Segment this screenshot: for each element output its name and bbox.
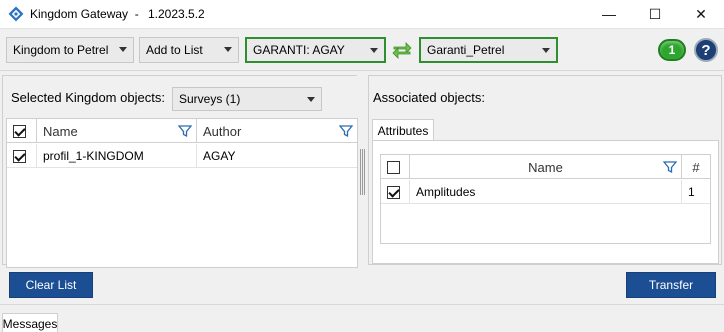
filter-icon[interactable] xyxy=(178,124,192,138)
chevron-down-icon xyxy=(542,48,550,53)
associated-objects-label: Associated objects: xyxy=(373,90,486,105)
column-header-count-label: # xyxy=(692,159,700,175)
column-header-name[interactable]: Name xyxy=(37,119,197,143)
transfer-direction-value: Kingdom to Petrel xyxy=(13,43,109,57)
swap-arrows-icon[interactable] xyxy=(391,39,413,61)
grid-header: Name # xyxy=(381,155,710,179)
row-name: profil_1-KINGDOM xyxy=(43,149,144,163)
chevron-down-icon xyxy=(119,47,127,52)
title-bar: Kingdom Gateway - 1.2023.5.2 — ☐ ✕ xyxy=(0,0,724,28)
source-project-dropdown[interactable]: GARANTI: AGAY xyxy=(245,37,386,63)
attributes-grid: Name # Amplitudes 1 xyxy=(380,154,711,244)
chevron-down-icon xyxy=(224,47,232,52)
app-version: 1.2023.5.2 xyxy=(148,7,205,21)
row-author-cell: AGAY xyxy=(197,144,357,168)
transfer-button[interactable]: Transfer xyxy=(626,272,716,298)
help-icon[interactable]: ? xyxy=(694,38,718,62)
row-name-cell: Amplitudes xyxy=(410,180,682,204)
selected-objects-panel: Selected Kingdom objects: Surveys (1) Na… xyxy=(2,75,358,268)
select-all-checkbox[interactable] xyxy=(387,160,400,174)
object-type-value: Surveys (1) xyxy=(179,92,241,106)
row-checkbox[interactable] xyxy=(387,185,400,199)
minimize-button[interactable]: — xyxy=(586,0,632,28)
column-header-name-label: Name xyxy=(43,123,78,139)
grid-header: Name Author xyxy=(7,119,357,143)
table-row[interactable]: Amplitudes 1 xyxy=(381,180,710,204)
tab-messages[interactable]: Messages xyxy=(2,313,58,332)
select-all-checkbox[interactable] xyxy=(13,124,26,138)
selected-objects-label: Selected Kingdom objects: xyxy=(11,90,165,105)
object-type-dropdown[interactable]: Surveys (1) xyxy=(172,87,322,111)
selected-objects-grid: Name Author profil_1-KINGDOM AGAY xyxy=(6,118,358,268)
main-panels: Selected Kingdom objects: Surveys (1) Na… xyxy=(0,70,724,302)
column-header-author[interactable]: Author xyxy=(197,119,357,143)
row-name-cell: profil_1-KINGDOM xyxy=(37,144,197,168)
chevron-down-icon xyxy=(307,97,315,102)
source-project-value: GARANTI: AGAY xyxy=(253,43,345,57)
close-button[interactable]: ✕ xyxy=(678,0,724,28)
chevron-down-icon xyxy=(370,48,378,53)
column-header-name[interactable]: Name xyxy=(410,155,682,179)
select-all-cell xyxy=(7,119,37,143)
row-author: AGAY xyxy=(203,149,236,163)
action-value: Add to List xyxy=(146,43,203,57)
row-count: 1 xyxy=(688,185,695,199)
toolbar: Kingdom to Petrel Add to List GARANTI: A… xyxy=(0,28,724,70)
row-count-cell: 1 xyxy=(682,180,710,204)
clear-list-button[interactable]: Clear List xyxy=(9,272,93,298)
footer-bar: Messages xyxy=(0,304,724,332)
panel-splitter[interactable] xyxy=(360,149,365,195)
tab-attributes[interactable]: Attributes xyxy=(372,119,434,141)
app-logo-icon xyxy=(8,6,24,22)
select-all-cell xyxy=(381,155,410,179)
maximize-button[interactable]: ☐ xyxy=(632,0,678,28)
column-header-count[interactable]: # xyxy=(682,155,710,179)
row-checkbox[interactable] xyxy=(13,149,26,163)
column-header-author-label: Author xyxy=(203,123,242,139)
kingdom-gateway-window: Kingdom Gateway - 1.2023.5.2 — ☐ ✕ Kingd… xyxy=(0,0,724,332)
filter-icon[interactable] xyxy=(339,124,353,138)
destination-project-value: Garanti_Petrel xyxy=(427,43,505,57)
window-title: Kingdom Gateway - xyxy=(30,7,139,21)
row-check-cell xyxy=(381,180,410,204)
table-row[interactable]: profil_1-KINGDOM AGAY xyxy=(7,144,357,168)
status-badge[interactable]: 1 xyxy=(658,39,686,61)
row-check-cell xyxy=(7,144,37,168)
transfer-direction-dropdown[interactable]: Kingdom to Petrel xyxy=(6,37,134,63)
column-header-name-label: Name xyxy=(528,159,563,175)
filter-icon[interactable] xyxy=(663,160,677,174)
action-dropdown[interactable]: Add to List xyxy=(139,37,239,63)
row-name: Amplitudes xyxy=(416,185,476,199)
associated-objects-panel: Associated objects: Attributes Name # Am… xyxy=(368,75,722,265)
destination-project-dropdown[interactable]: Garanti_Petrel xyxy=(419,37,558,63)
